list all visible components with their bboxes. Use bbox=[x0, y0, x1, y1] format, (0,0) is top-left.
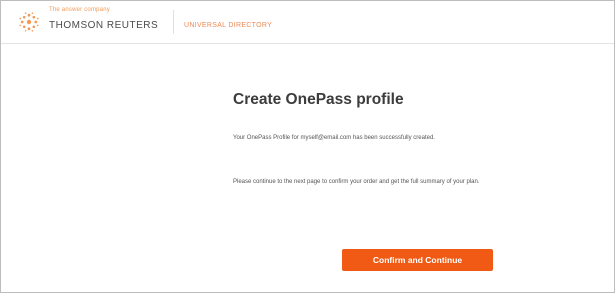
header-divider bbox=[173, 10, 174, 34]
brand-name: THOMSON REUTERS bbox=[49, 20, 159, 31]
continue-instructions: Please continue to the next page to conf… bbox=[233, 179, 480, 185]
page-frame: The answer company THOMSON REUTERS UNIVE… bbox=[0, 0, 615, 293]
brand-tagline: The answer company bbox=[49, 7, 110, 13]
success-message: Your OnePass Profile for myself@email.co… bbox=[233, 135, 435, 141]
product-name: UNIVERSAL DIRECTORY bbox=[184, 22, 273, 29]
main-content: Create OnePass profile Your OnePass Prof… bbox=[233, 91, 503, 185]
site-header: The answer company THOMSON REUTERS UNIVE… bbox=[1, 1, 614, 44]
page-title: Create OnePass profile bbox=[233, 91, 404, 108]
confirm-and-continue-button[interactable]: Confirm and Continue bbox=[342, 249, 493, 271]
thomson-reuters-logo-icon bbox=[19, 12, 39, 32]
